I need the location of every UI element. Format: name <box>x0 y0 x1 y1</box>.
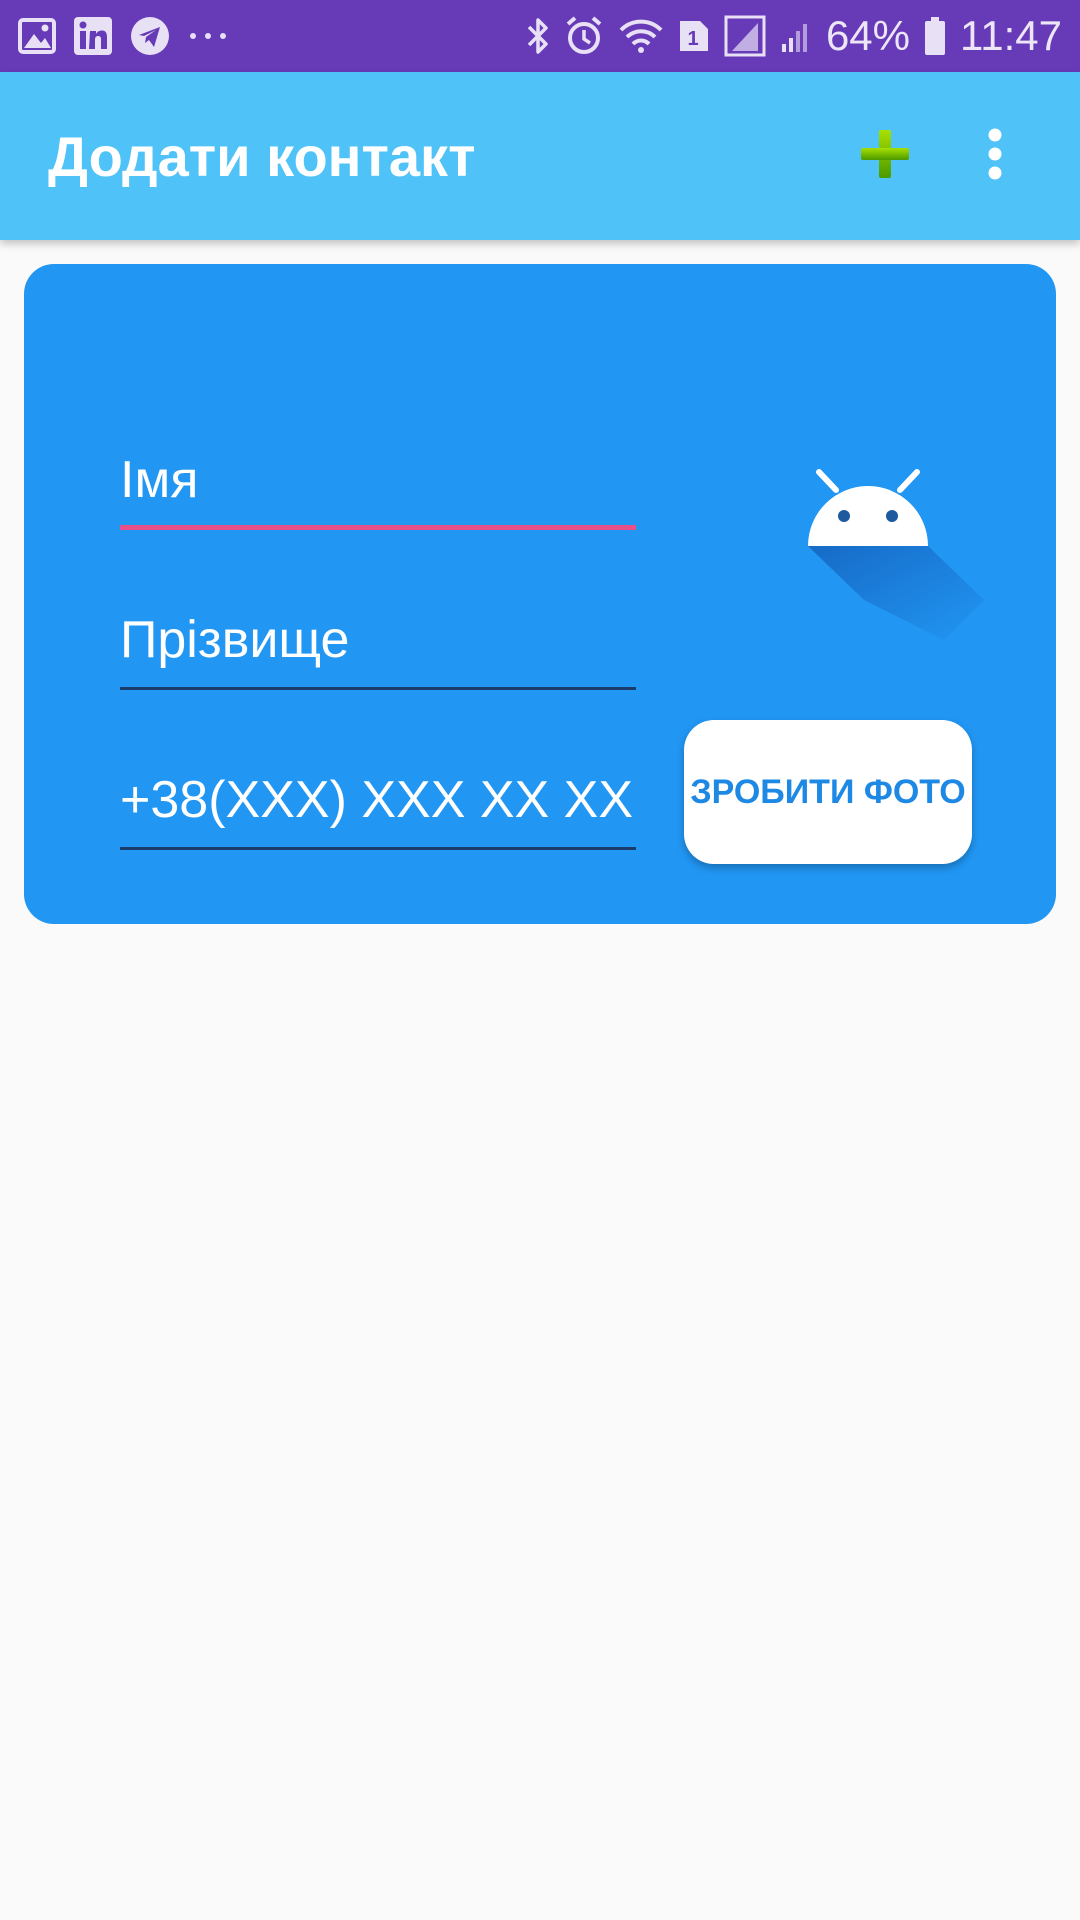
sim-badge: 1 <box>687 28 698 50</box>
gallery-icon <box>18 18 56 54</box>
bluetooth-icon <box>526 16 550 56</box>
last-name-input[interactable] <box>120 600 636 680</box>
take-photo-button[interactable]: ЗРОБИТИ ФОТО <box>684 720 972 864</box>
last-name-field[interactable] <box>120 600 636 690</box>
add-icon <box>857 126 913 187</box>
signal-2-icon <box>780 18 812 54</box>
more-notifications-icon <box>188 31 228 41</box>
android-icon[interactable] <box>784 440 984 645</box>
last-name-underline <box>120 687 636 690</box>
linkedin-icon <box>74 17 112 55</box>
overflow-menu-button[interactable] <box>940 101 1050 211</box>
add-contact-button[interactable] <box>830 101 940 211</box>
first-name-input[interactable] <box>120 440 636 520</box>
notification-icons <box>18 16 228 56</box>
battery-icon <box>924 16 946 56</box>
contact-form-card: ЗРОБИТИ ФОТО <box>24 264 1056 924</box>
alarm-icon <box>564 16 604 56</box>
phone-underline <box>120 847 636 850</box>
signal-icon <box>724 15 766 57</box>
wifi-icon <box>618 18 664 54</box>
first-name-field[interactable] <box>120 440 636 530</box>
telegram-icon <box>130 16 170 56</box>
system-icons: 1 64% 11:47 <box>526 12 1062 60</box>
phone-field[interactable] <box>120 760 636 850</box>
status-bar: 1 64% 11:47 <box>0 0 1080 72</box>
battery-percent: 64% <box>825 12 910 59</box>
first-name-underline <box>120 525 636 530</box>
overflow-menu-icon <box>987 128 1003 185</box>
app-bar: Додати контакт <box>0 72 1080 240</box>
page-title: Додати контакт <box>48 124 476 188</box>
clock: 11:47 <box>960 12 1062 59</box>
sim-icon: 1 <box>678 19 710 53</box>
phone-input[interactable] <box>120 760 636 840</box>
